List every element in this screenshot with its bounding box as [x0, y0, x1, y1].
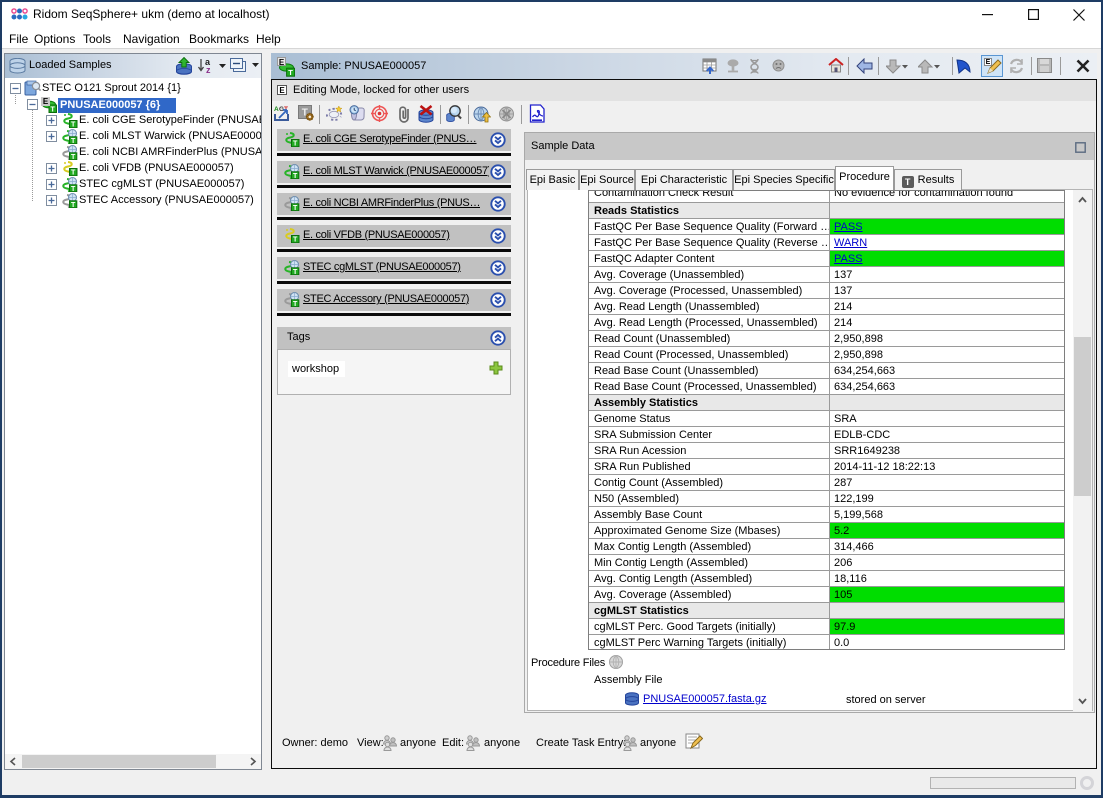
svg-text:T: T: [71, 186, 76, 192]
svg-text:T: T: [71, 170, 76, 176]
svg-text:z: z: [206, 65, 211, 75]
svg-text:T: T: [293, 141, 298, 147]
svg-text:T: T: [288, 68, 293, 77]
svg-text:T: T: [51, 106, 56, 113]
svg-text:T: T: [293, 237, 298, 243]
svg-text:T: T: [293, 205, 298, 211]
svg-text:T: T: [293, 173, 298, 179]
svg-text:T: T: [71, 154, 76, 160]
svg-text:T: T: [71, 122, 76, 128]
svg-text:T: T: [71, 202, 76, 208]
svg-text:T: T: [293, 269, 298, 275]
svg-text:T: T: [293, 301, 298, 307]
svg-text:T: T: [71, 138, 76, 144]
